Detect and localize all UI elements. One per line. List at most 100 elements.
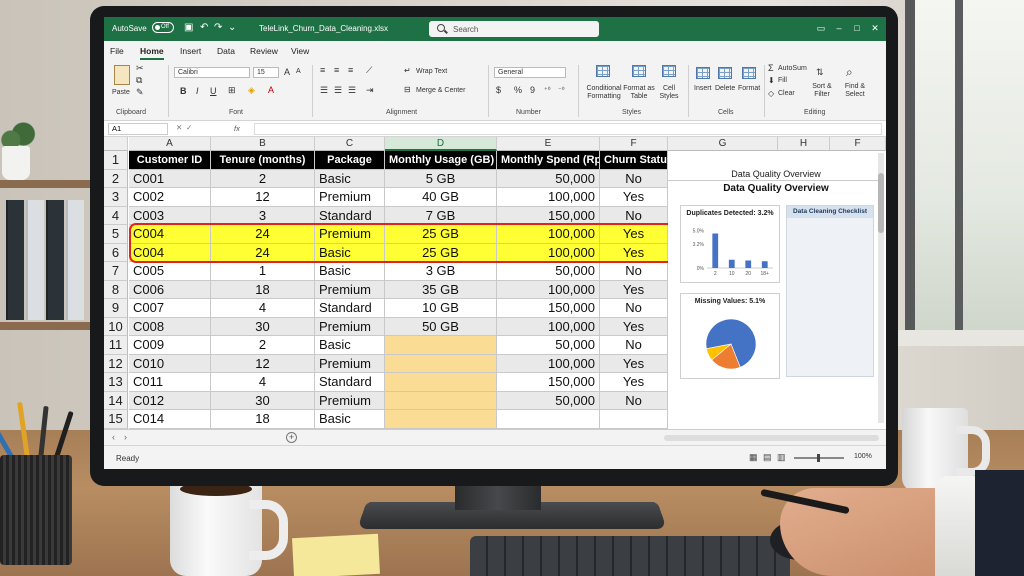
normal-view-icon[interactable]: ▦ (749, 452, 758, 463)
missing-value-cell[interactable] (385, 354, 497, 373)
zoom-slider-thumb[interactable] (817, 454, 820, 462)
next-sheet-icon[interactable]: › (124, 432, 127, 442)
copy-icon[interactable]: ⧉ (136, 75, 142, 86)
data-cell[interactable]: Basic (315, 410, 385, 429)
data-cell[interactable]: 3 GB (385, 262, 497, 281)
sort-filter-icon[interactable]: ⇅ (816, 67, 824, 78)
format-as-table-icon[interactable] (632, 65, 646, 77)
row-header[interactable]: 9 (104, 299, 128, 318)
data-cell[interactable]: 12 (211, 188, 315, 207)
customize-qat-icon[interactable]: ⌄ (228, 22, 236, 33)
italic-button[interactable]: I (196, 86, 199, 96)
data-cell[interactable]: Standard (315, 206, 385, 225)
align-top-icon[interactable]: ≡ (320, 65, 325, 75)
font-size-select[interactable]: 15 (253, 67, 279, 78)
data-cell[interactable]: Yes (600, 373, 668, 392)
data-cell[interactable]: Basic (315, 169, 385, 188)
data-cell[interactable]: 30 (211, 391, 315, 410)
data-cell[interactable]: 4 (211, 299, 315, 318)
column-header-c[interactable]: C (315, 137, 385, 151)
data-cell[interactable]: C007 (129, 299, 211, 318)
data-cell[interactable]: C012 (129, 391, 211, 410)
cleaning-checklist[interactable]: Data Cleaning Checklist (786, 205, 874, 377)
orientation-icon[interactable]: ⟋ (366, 65, 372, 76)
data-cell[interactable]: Yes (600, 317, 668, 336)
duplicate-cell[interactable]: Yes (600, 225, 668, 244)
name-box[interactable]: A1 (108, 123, 168, 135)
data-cell[interactable]: 2 (211, 336, 315, 355)
column-title-cell[interactable]: Monthly Usage (GB) (385, 151, 497, 170)
add-sheet-icon[interactable]: + (286, 432, 297, 443)
duplicate-cell[interactable]: 100,000 (497, 243, 600, 262)
data-cell[interactable]: 150,000 (497, 373, 600, 392)
duplicates-bar[interactable] (728, 259, 735, 268)
data-cell[interactable]: 35 GB (385, 280, 497, 299)
paste-icon[interactable] (114, 65, 130, 85)
decrease-decimal-icon[interactable]: ⁻⁰ (558, 86, 565, 94)
indent-icon[interactable]: ⇥ (366, 85, 374, 96)
data-cell[interactable]: C010 (129, 354, 211, 373)
missing-value-cell[interactable] (385, 391, 497, 410)
data-cell[interactable]: No (600, 391, 668, 410)
search-box[interactable]: Search (429, 21, 599, 37)
find-icon[interactable]: ⌕ (846, 65, 853, 80)
data-cell[interactable]: C003 (129, 206, 211, 225)
increase-font-icon[interactable]: A (284, 67, 290, 77)
data-cell[interactable]: 18 (211, 410, 315, 429)
cut-icon[interactable]: ✂ (136, 63, 144, 74)
duplicate-cell[interactable]: Basic (315, 243, 385, 262)
font-color-icon[interactable]: A (268, 85, 274, 95)
vertical-scroll-thumb[interactable] (878, 173, 884, 233)
conditional-formatting-icon[interactable] (596, 65, 610, 77)
data-cell[interactable]: 100,000 (497, 317, 600, 336)
currency-button[interactable]: $ (496, 85, 501, 95)
data-cell[interactable]: C009 (129, 336, 211, 355)
borders-icon[interactable]: ⊞ (228, 85, 236, 96)
autosum-button[interactable]: AutoSum (778, 65, 807, 72)
column-title-cell[interactable]: Customer ID (129, 151, 211, 170)
column-title-cell[interactable]: Monthly Spend (Rp) (497, 151, 600, 170)
format-cells-icon[interactable] (742, 67, 756, 79)
wrap-text-icon[interactable]: ↵ (404, 66, 411, 75)
data-cell[interactable]: 1 (211, 262, 315, 281)
fill-button[interactable]: Fill (778, 77, 787, 84)
redo-icon[interactable]: ↷ (214, 22, 222, 33)
autosave-toggle[interactable]: Off (152, 22, 174, 33)
data-cell[interactable]: Yes (600, 354, 668, 373)
align-right-icon[interactable]: ☰ (348, 85, 356, 96)
close-icon[interactable]: ✕ (870, 23, 880, 33)
cancel-icon[interactable]: ✕ (176, 123, 182, 132)
column-header-d[interactable]: D (385, 137, 497, 151)
row-header[interactable]: 6 (104, 243, 128, 262)
data-cell[interactable]: 150,000 (497, 299, 600, 318)
duplicate-cell[interactable]: Yes (600, 243, 668, 262)
page-layout-icon[interactable]: ▤ (763, 452, 772, 463)
data-cell[interactable]: 5 GB (385, 169, 497, 188)
row-header[interactable]: 14 (104, 391, 128, 410)
row-header[interactable]: 1 (104, 151, 128, 170)
duplicates-bar[interactable] (712, 233, 719, 269)
data-cell[interactable]: Premium (315, 391, 385, 410)
row-header[interactable]: 2 (104, 169, 128, 188)
data-cell[interactable]: C002 (129, 188, 211, 207)
cell-styles-button[interactable]: Cell Styles (656, 85, 682, 101)
fill-icon[interactable]: ⬇ (768, 76, 775, 85)
row-header[interactable]: 7 (104, 262, 128, 281)
enter-icon[interactable]: ✓ (186, 123, 192, 132)
data-cell[interactable]: 2 (211, 169, 315, 188)
tab-data[interactable]: Data (217, 46, 235, 56)
data-cell[interactable] (497, 410, 600, 429)
data-cell[interactable]: C011 (129, 373, 211, 392)
data-cell[interactable]: 50,000 (497, 336, 600, 355)
formula-input[interactable] (254, 123, 882, 135)
duplicate-cell[interactable]: C004 (129, 243, 211, 262)
decrease-font-icon[interactable]: A (296, 68, 301, 75)
data-cell[interactable]: 50 GB (385, 317, 497, 336)
duplicate-cell[interactable]: 100,000 (497, 225, 600, 244)
data-cell[interactable]: 4 (211, 373, 315, 392)
data-cell[interactable]: Premium (315, 188, 385, 207)
data-cell[interactable]: Premium (315, 354, 385, 373)
data-cell[interactable]: C014 (129, 410, 211, 429)
tab-view[interactable]: View (291, 46, 309, 56)
conditional-formatting-button[interactable]: Conditional Formatting (582, 85, 626, 101)
